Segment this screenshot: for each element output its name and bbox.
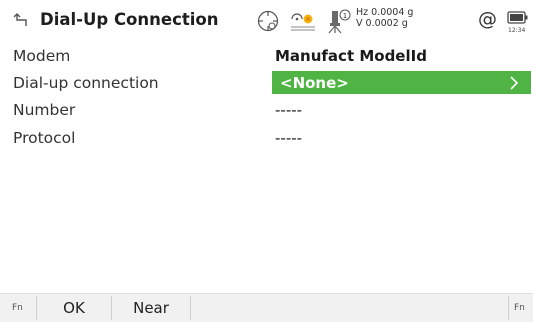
ok-button[interactable]: OK bbox=[37, 294, 111, 322]
softkey-divider bbox=[190, 296, 191, 320]
at-icon[interactable]: @ bbox=[478, 8, 497, 30]
dial-up-connection-label: Dial-up connection bbox=[13, 74, 159, 92]
protocol-label: Protocol bbox=[13, 129, 76, 147]
softkey-divider bbox=[508, 296, 509, 320]
dial-up-connection-value: <None> bbox=[280, 74, 349, 92]
protocol-value: ----- bbox=[275, 129, 303, 147]
instrument-level-icon[interactable]: 1 bbox=[324, 7, 352, 35]
reflector-icon[interactable] bbox=[289, 10, 319, 32]
hz-readout: Hz 0.0004 g bbox=[356, 7, 414, 18]
softkey-bar: Fn OK Near Fn bbox=[0, 293, 533, 322]
battery-icon[interactable] bbox=[507, 10, 529, 26]
v-readout: V 0.0002 g bbox=[356, 18, 408, 29]
chevron-right-icon bbox=[510, 76, 519, 90]
near-button[interactable]: Near bbox=[112, 294, 190, 322]
angle-readout: Hz 0.0004 g V 0.0002 g bbox=[356, 7, 413, 29]
number-label: Number bbox=[13, 101, 76, 119]
modem-label: Modem bbox=[13, 47, 71, 65]
row-number: Number ----- bbox=[0, 97, 533, 123]
page-title: Dial-Up Connection bbox=[40, 10, 219, 29]
row-protocol: Protocol ----- bbox=[0, 125, 533, 151]
row-dial-up-connection: Dial-up connection <None> bbox=[0, 70, 533, 96]
modem-value: Manufact ModelId bbox=[275, 47, 427, 65]
fn-right-key[interactable]: Fn bbox=[514, 303, 525, 313]
title-bar: Dial-Up Connection 1 Hz 0.0004 g V 0.000… bbox=[0, 0, 533, 42]
clock-time: 12:34 bbox=[508, 27, 526, 34]
number-value: ----- bbox=[275, 101, 303, 119]
svg-text:1: 1 bbox=[343, 12, 347, 20]
row-modem: Modem Manufact ModelId bbox=[0, 43, 533, 69]
fn-left-key[interactable]: Fn bbox=[12, 303, 23, 313]
target-tracking-icon[interactable] bbox=[256, 9, 280, 33]
back-arrow-icon[interactable] bbox=[12, 11, 30, 29]
dial-up-connection-select[interactable]: <None> bbox=[272, 71, 531, 94]
